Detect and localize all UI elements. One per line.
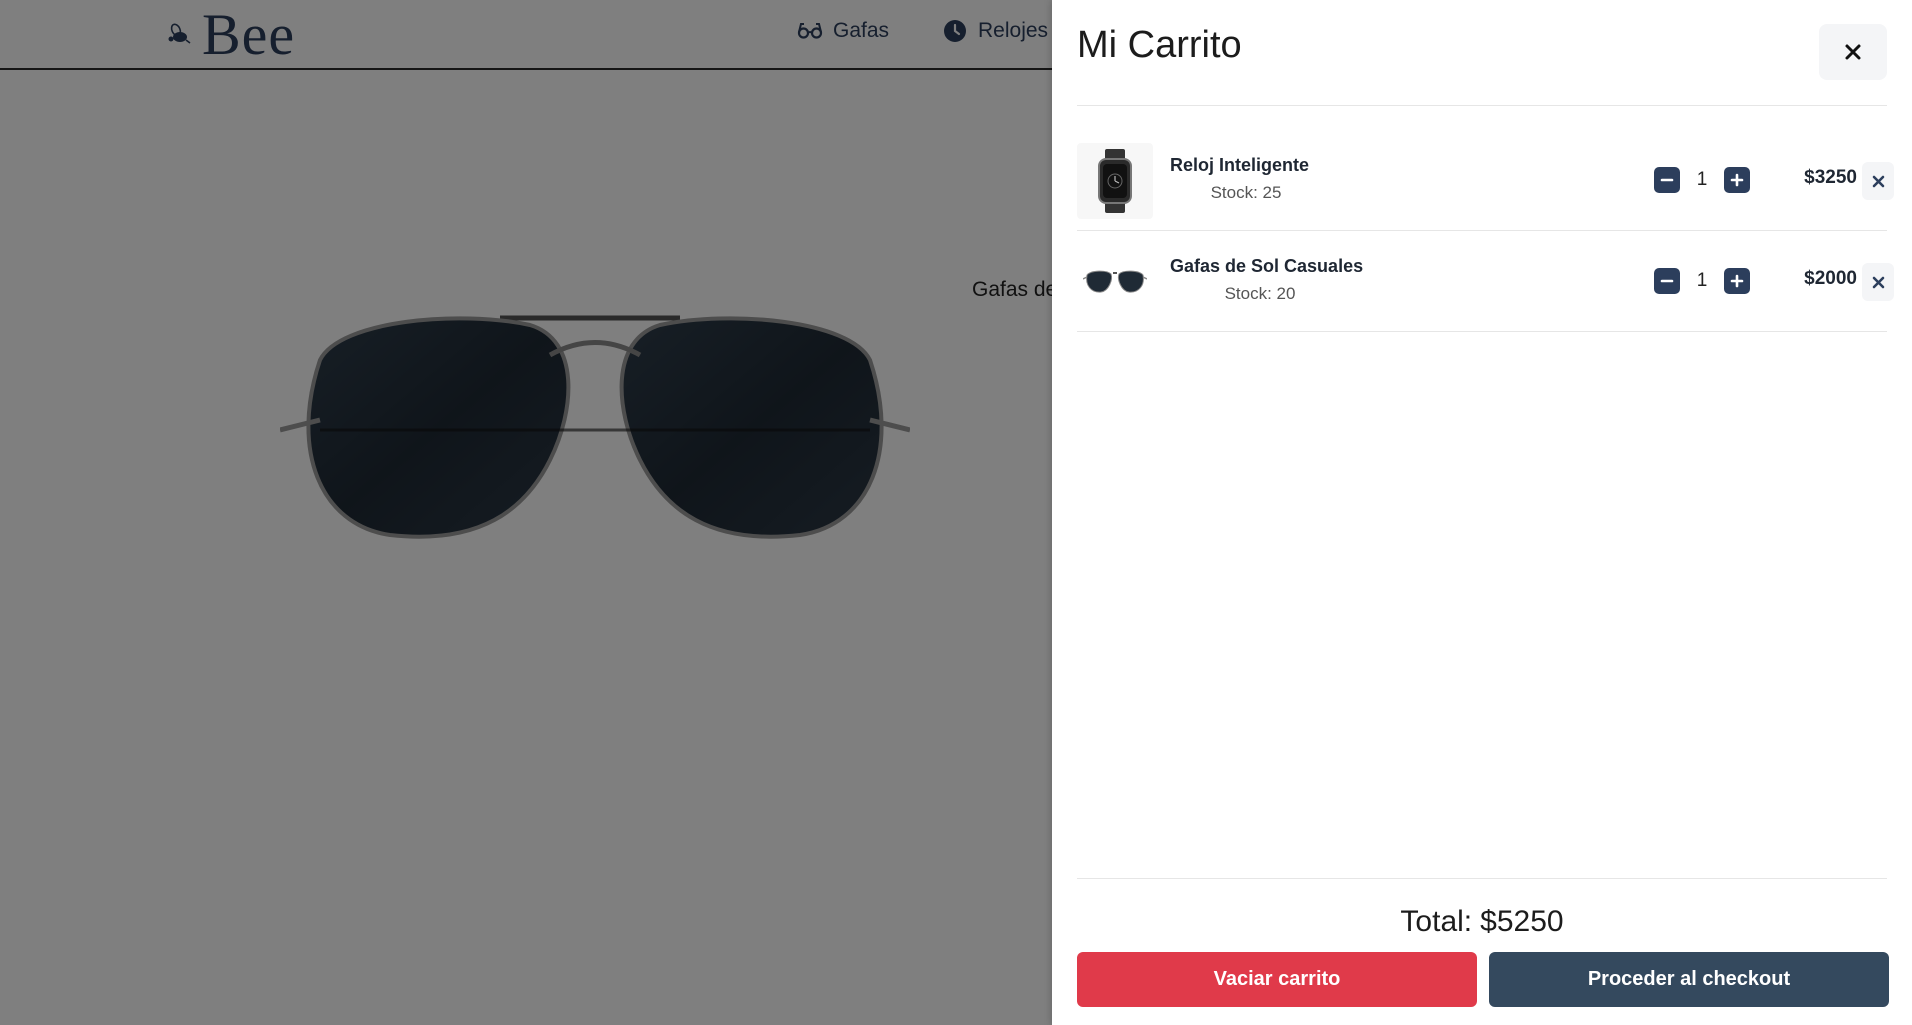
decrease-quantity-button[interactable] (1654, 167, 1680, 193)
quantity-value: 1 (1696, 169, 1708, 190)
increase-quantity-button[interactable] (1724, 167, 1750, 193)
cart-header: Mi Carrito (1077, 0, 1887, 106)
close-icon (1872, 175, 1884, 187)
cart-item: Gafas de Sol Casuales Stock: 20 1 $2000 (1077, 231, 1894, 332)
remove-item-button[interactable] (1862, 263, 1894, 301)
plus-icon (1730, 173, 1744, 187)
cart-item: Reloj Inteligente Stock: 25 1 $3250 (1077, 130, 1894, 231)
close-icon (1845, 44, 1861, 60)
modal-backdrop[interactable] (0, 0, 1052, 1025)
clear-cart-button[interactable]: Vaciar carrito (1077, 952, 1477, 1007)
cart-title: Mi Carrito (1077, 24, 1242, 66)
item-name: Reloj Inteligente (1170, 155, 1310, 175)
quantity-value: 1 (1696, 270, 1708, 291)
increase-quantity-button[interactable] (1724, 268, 1750, 294)
cart-total: Total: $5250 (1077, 905, 1887, 939)
item-stock: Stock: 25 (1210, 183, 1282, 202)
quantity-stepper: 1 (1654, 268, 1750, 294)
minus-icon (1660, 279, 1674, 283)
total-value: $5250 (1480, 905, 1564, 938)
close-icon (1872, 276, 1884, 288)
cart-items-list: Reloj Inteligente Stock: 25 1 $3250 Gafa… (1077, 130, 1894, 332)
sunglasses-image (1077, 244, 1153, 320)
item-price: $3250 (1804, 167, 1857, 188)
plus-icon (1730, 274, 1744, 288)
smartwatch-image (1077, 143, 1153, 219)
item-name: Gafas de Sol Casuales (1170, 256, 1364, 276)
minus-icon (1660, 178, 1674, 182)
close-cart-button[interactable] (1819, 24, 1887, 80)
decrease-quantity-button[interactable] (1654, 268, 1680, 294)
checkout-button[interactable]: Proceder al checkout (1489, 952, 1889, 1007)
remove-item-button[interactable] (1862, 162, 1894, 200)
quantity-stepper: 1 (1654, 167, 1750, 193)
item-stock: Stock: 20 (1224, 284, 1296, 303)
total-label: Total: (1400, 905, 1473, 938)
cart-footer: Total: $5250 Vaciar carrito Proceder al c… (1077, 878, 1889, 1025)
cart-drawer: Mi Carrito Reloj Inteligente Stock: 25 1… (1052, 0, 1912, 1025)
item-price: $2000 (1804, 268, 1857, 289)
